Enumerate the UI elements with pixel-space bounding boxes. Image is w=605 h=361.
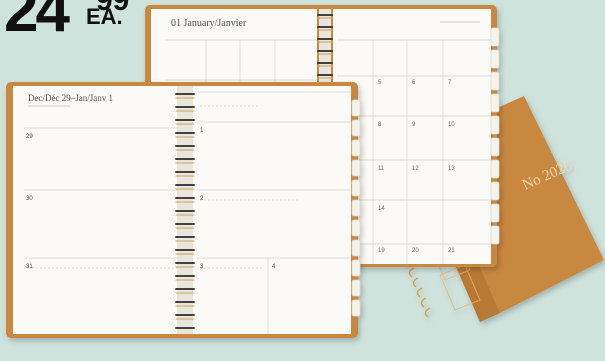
weekly-header: Dec/Déc 29–Jan/Janv 1 bbox=[28, 93, 113, 103]
weekly-day: 29 bbox=[26, 134, 33, 140]
calendar-day: 19 bbox=[378, 248, 385, 254]
calendar-day: 14 bbox=[378, 206, 385, 212]
planner-product-scene: 24 99 EA. No 2026 01 January/Janvier 5 6… bbox=[0, 0, 605, 361]
monthly-header: 01 January/Janvier bbox=[171, 18, 247, 29]
calendar-day: 21 bbox=[448, 248, 455, 254]
weekly-day: 30 bbox=[26, 196, 33, 202]
weekly-planner: Dec/Déc 29–Jan/Janv 1 29 30 31 1 2 3 4 bbox=[6, 82, 361, 338]
calendar-day: 12 bbox=[412, 166, 419, 172]
weekly-tab-index bbox=[351, 99, 361, 317]
calendar-day: 10 bbox=[448, 122, 455, 128]
planner-illustration: No 2026 01 January/Janvier 5 6 7 8 9 10 … bbox=[6, 5, 604, 338]
calendar-day: 11 bbox=[378, 166, 385, 172]
calendar-day: 13 bbox=[448, 166, 455, 172]
calendar-day: 20 bbox=[412, 248, 419, 254]
weekly-day: 31 bbox=[26, 264, 33, 270]
